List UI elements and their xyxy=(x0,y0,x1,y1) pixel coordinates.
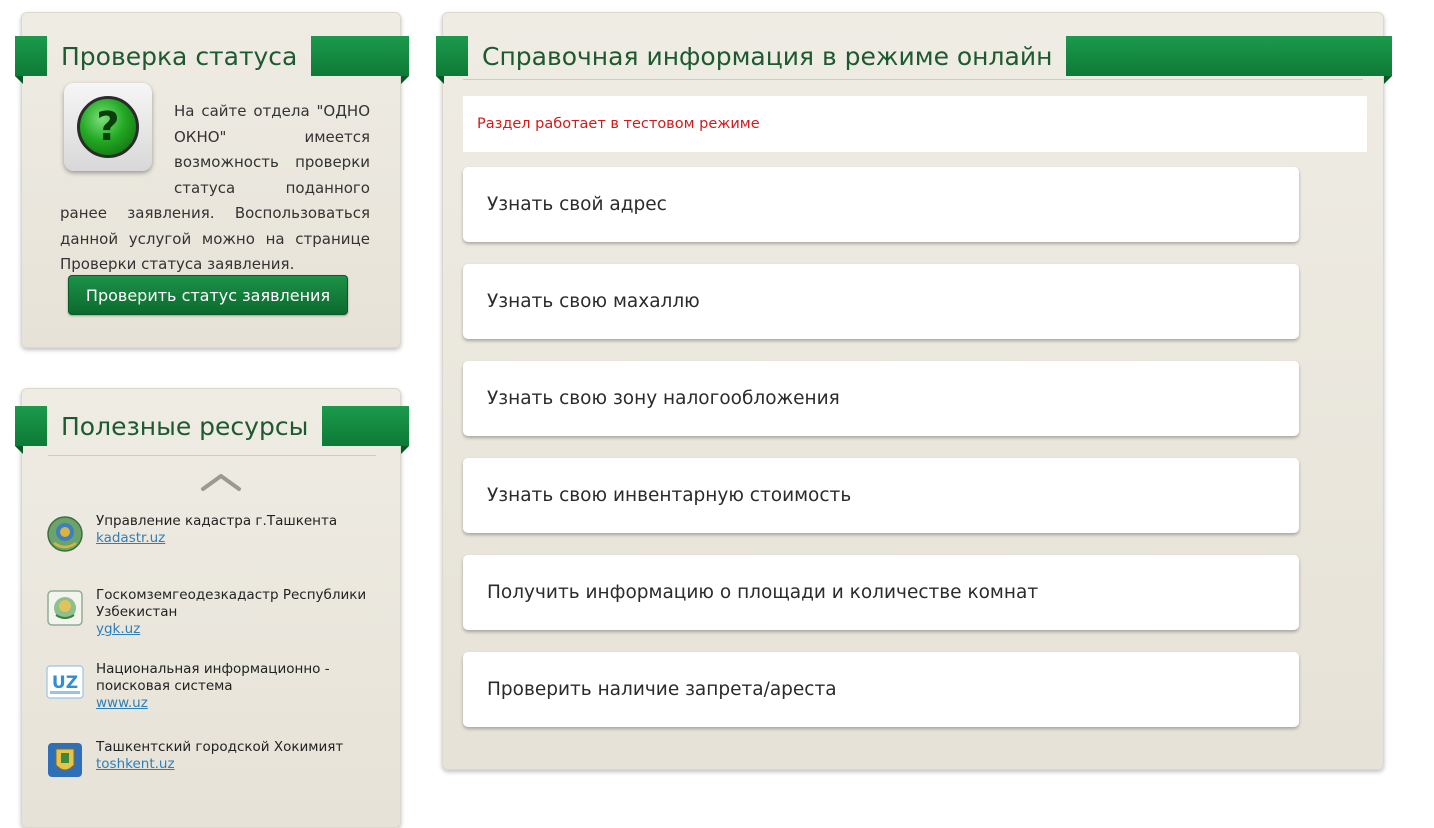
chevron-up-icon[interactable] xyxy=(200,471,242,493)
menu-item-inventory-value[interactable]: Узнать свою инвентарную стоимость xyxy=(463,458,1299,533)
resource-item: UZ Национальная информационно - поискова… xyxy=(46,661,376,712)
online-info-header: Справочная информация в режиме онлайн xyxy=(436,36,1392,84)
resources-divider xyxy=(48,455,376,456)
status-panel: Проверка статуса ? На сайте отдела "ОДНО… xyxy=(15,12,409,348)
resource-link[interactable]: www.uz xyxy=(96,695,376,712)
resource-name: Ташкентский городской Хокимият xyxy=(96,739,344,755)
check-status-button[interactable]: Проверить статус заявления xyxy=(68,275,348,315)
menu-item-address[interactable]: Узнать свой адрес xyxy=(463,167,1299,242)
status-panel-title: Проверка статуса xyxy=(61,41,298,71)
menu-item-ban-arrest[interactable]: Проверить наличие запрета/ареста xyxy=(463,652,1299,727)
ygk-logo-icon xyxy=(46,589,84,627)
resource-name: Национальная информационно - поисковая с… xyxy=(96,661,330,694)
menu-item-mahalla[interactable]: Узнать свою махаллю xyxy=(463,264,1299,339)
menu-item-tax-zone[interactable]: Узнать свою зону налогообложения xyxy=(463,361,1299,436)
resource-link[interactable]: ygk.uz xyxy=(96,621,376,638)
resources-panel-title: Полезные ресурсы xyxy=(61,411,309,441)
resource-item: Госкомземгеодезкадастр Республики Узбеки… xyxy=(46,587,376,638)
emblem-logo-icon xyxy=(46,515,84,553)
resource-name: Управление кадастра г.Ташкента xyxy=(96,513,338,529)
resource-link[interactable]: kadastr.uz xyxy=(96,530,337,547)
tashkent-logo-icon xyxy=(46,741,84,779)
resource-item: Ташкентский городской Хокимият toshkent.… xyxy=(46,739,376,779)
menu-item-area-rooms[interactable]: Получить информацию о площади и количест… xyxy=(463,555,1299,630)
online-info-divider xyxy=(463,79,1363,80)
resources-panel-header: Полезные ресурсы xyxy=(15,406,409,454)
test-mode-notice: Раздел работает в тестовом режиме xyxy=(463,96,1367,152)
resources-panel: Полезные ресурсы Управление кадастра г.Т… xyxy=(15,388,409,828)
online-info-title: Справочная информация в режиме онлайн xyxy=(482,41,1053,71)
svg-text:UZ: UZ xyxy=(52,673,78,693)
resource-link[interactable]: toshkent.uz xyxy=(96,756,343,773)
status-panel-header: Проверка статуса xyxy=(15,36,409,84)
resource-name: Госкомземгеодезкадастр Республики Узбеки… xyxy=(96,587,367,620)
resource-item: Управление кадастра г.Ташкента kadastr.u… xyxy=(46,513,376,553)
status-description: На сайте отдела "ОДНО ОКНО" имеется возм… xyxy=(60,99,370,278)
uz-logo-icon: UZ xyxy=(46,663,84,701)
online-info-panel: Справочная информация в режиме онлайн Ра… xyxy=(436,12,1392,770)
